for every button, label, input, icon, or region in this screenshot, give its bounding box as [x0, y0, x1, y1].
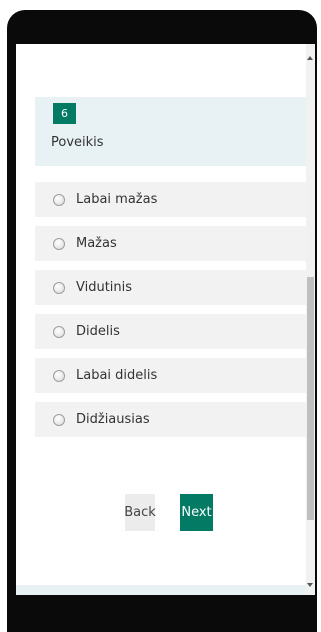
back-button[interactable]: Back — [124, 494, 156, 531]
scrollbar-thumb[interactable] — [307, 277, 314, 520]
phone-frame: 6 Poveikis Labai mažas Mažas Vidutinis D… — [7, 10, 317, 632]
option-didziausias[interactable]: Didžiausias — [35, 402, 310, 437]
option-label: Didžiausias — [76, 412, 150, 427]
scroll-down-arrow-icon[interactable] — [307, 583, 313, 587]
radio-button[interactable] — [53, 369, 65, 382]
option-labai-didelis[interactable]: Labai didelis — [35, 358, 310, 393]
question-title: Poveikis — [51, 135, 104, 150]
radio-button[interactable] — [53, 237, 65, 250]
option-didelis[interactable]: Didelis — [35, 314, 310, 349]
option-mazas[interactable]: Mažas — [35, 226, 310, 261]
option-label: Vidutinis — [76, 280, 133, 295]
survey-screen: 6 Poveikis Labai mažas Mažas Vidutinis D… — [16, 44, 315, 595]
radio-button[interactable] — [53, 325, 65, 338]
vertical-scrollbar[interactable] — [306, 44, 315, 595]
question-card: 6 Poveikis — [35, 97, 310, 166]
option-label: Mažas — [76, 236, 117, 251]
answer-options: Labai mažas Mažas Vidutinis Didelis Laba… — [35, 182, 310, 446]
scroll-up-arrow-icon[interactable] — [307, 56, 313, 60]
radio-button[interactable] — [53, 193, 65, 206]
option-labai-mazas[interactable]: Labai mažas — [35, 182, 310, 217]
option-label: Didelis — [76, 324, 120, 339]
option-label: Labai didelis — [76, 368, 158, 383]
radio-button[interactable] — [53, 281, 65, 294]
radio-button[interactable] — [53, 413, 65, 426]
question-number-badge: 6 — [53, 103, 76, 124]
next-button[interactable]: Next — [180, 494, 213, 531]
option-vidutinis[interactable]: Vidutinis — [35, 270, 310, 305]
footer-band — [16, 585, 315, 595]
option-label: Labai mažas — [76, 192, 158, 207]
